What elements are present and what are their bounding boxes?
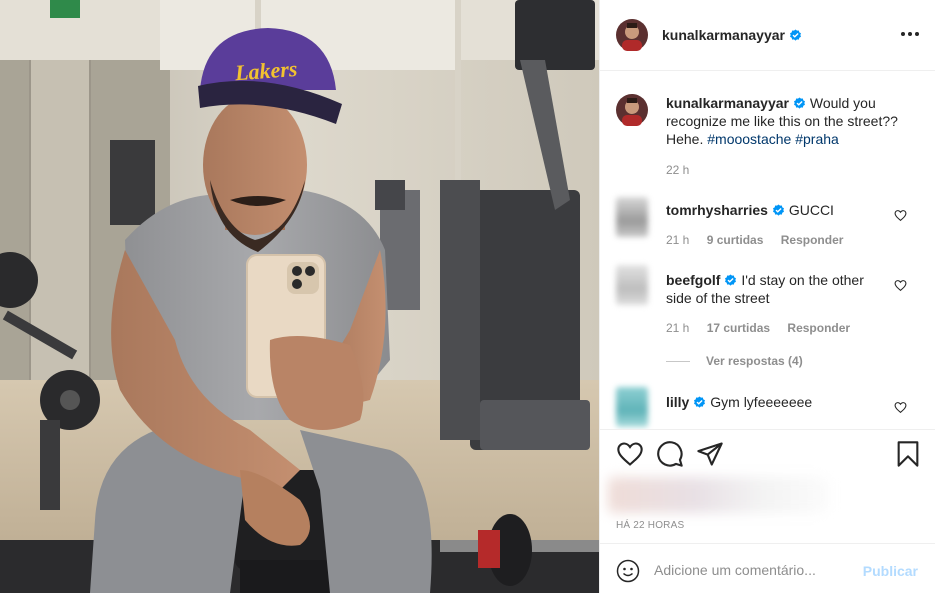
reply-button[interactable]: Responder xyxy=(781,233,844,247)
comment-time[interactable]: 21 h xyxy=(666,321,689,335)
verified-badge-icon xyxy=(772,204,784,216)
caption-time[interactable]: 22 h xyxy=(666,163,689,177)
verified-badge-icon xyxy=(694,396,706,408)
comment-bubble-icon[interactable] xyxy=(656,440,684,468)
verified-badge-icon xyxy=(793,97,805,109)
comment-username[interactable]: tomrhysharries xyxy=(666,202,768,218)
verified-badge-icon xyxy=(725,274,737,286)
view-replies-button[interactable]: Ver respostas (4) xyxy=(666,354,803,368)
post-side-panel: kunalkarmanayyar kunalkarmanayyar Would xyxy=(599,0,935,593)
view-replies-label: Ver respostas (4) xyxy=(706,354,803,368)
post-header: kunalkarmanayyar xyxy=(600,0,935,71)
comment-username[interactable]: lilly xyxy=(666,394,689,410)
publish-comment-button[interactable]: Publicar xyxy=(863,563,918,579)
comment-time[interactable]: 21 h xyxy=(666,233,689,247)
caption-avatar[interactable] xyxy=(616,94,648,126)
comment-text: GUCCI xyxy=(788,202,834,218)
comment-likes[interactable]: 17 curtidas xyxy=(707,321,770,335)
like-comment-heart-icon[interactable] xyxy=(894,401,907,414)
commenter-avatar[interactable] xyxy=(616,265,648,305)
likes-summary-blurred xyxy=(608,477,828,513)
comment-likes[interactable]: 9 curtidas xyxy=(707,233,764,247)
like-heart-icon[interactable] xyxy=(616,440,644,468)
commenter-avatar[interactable] xyxy=(616,197,648,237)
comment-text: Gym lyfeeeeeee xyxy=(710,394,813,410)
add-comment-bar: Publicar xyxy=(600,543,935,593)
reply-button[interactable]: Responder xyxy=(787,321,850,335)
share-direct-icon[interactable] xyxy=(696,440,724,468)
author-username[interactable]: kunalkarmanayyar xyxy=(662,27,785,43)
instagram-post: Lakers kunalkarmanayyar kunalkarmanayyar… xyxy=(0,0,935,593)
like-comment-heart-icon[interactable] xyxy=(894,279,907,292)
save-bookmark-icon[interactable] xyxy=(894,440,922,468)
cap-logo-text: Lakers xyxy=(233,56,298,85)
action-icons-row xyxy=(616,440,920,470)
post-photo[interactable]: Lakers xyxy=(0,0,599,593)
caption-username[interactable]: kunalkarmanayyar xyxy=(666,95,789,111)
more-options-icon[interactable] xyxy=(901,25,919,43)
posted-time[interactable]: HÁ 22 HORAS xyxy=(616,520,684,531)
post-actions: HÁ 22 HORAS Publicar xyxy=(600,429,935,593)
like-comment-heart-icon[interactable] xyxy=(894,209,907,222)
emoji-smiley-icon[interactable] xyxy=(616,559,640,583)
replies-divider xyxy=(666,360,690,362)
verified-badge-icon xyxy=(789,28,801,41)
gym-selfie-illustration: Lakers xyxy=(0,0,599,593)
add-comment-input[interactable] xyxy=(654,558,854,582)
hashtag-link[interactable]: #praha xyxy=(795,131,839,147)
author-avatar[interactable] xyxy=(616,19,648,51)
commenter-avatar[interactable] xyxy=(616,387,648,427)
hashtag-link[interactable]: #mooostache xyxy=(707,131,791,147)
comments-list[interactable]: kunalkarmanayyar Would you recognize me … xyxy=(600,72,935,429)
comment-username[interactable]: beefgolf xyxy=(666,272,720,288)
